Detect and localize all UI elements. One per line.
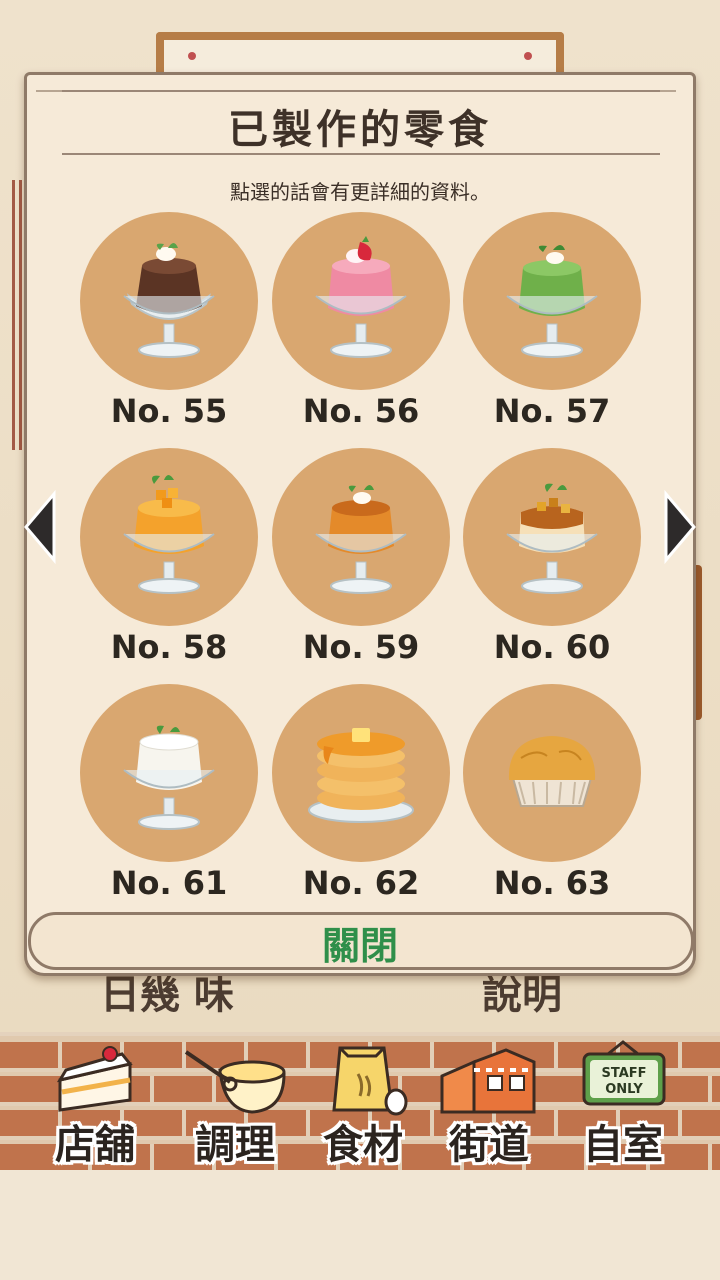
flour-bag-icon bbox=[332, 1046, 408, 1116]
pancake-stack-icon bbox=[308, 728, 414, 823]
item-label: No. 62 bbox=[302, 864, 420, 902]
snack-item-60[interactable]: No. 60 bbox=[463, 448, 643, 668]
snack-item-55[interactable]: No. 55 bbox=[80, 212, 260, 432]
nav-label: 街道 bbox=[449, 1121, 529, 1168]
item-label: No. 61 bbox=[110, 864, 228, 902]
scroll-top-roll bbox=[36, 68, 676, 92]
item-label: No. 60 bbox=[493, 628, 611, 666]
item-label: No. 58 bbox=[110, 628, 228, 666]
snack-item-63[interactable]: No. 63 bbox=[463, 684, 643, 904]
previous-page-arrow-icon[interactable] bbox=[20, 490, 60, 564]
item-label: No. 63 bbox=[493, 864, 611, 902]
snack-item-57[interactable]: No. 57 bbox=[463, 212, 643, 432]
dialog-title: 已製作的零食 bbox=[228, 106, 492, 153]
nav-cooking[interactable]: 調理 bbox=[170, 1036, 300, 1168]
dialog-subtitle: 點選的話會有更詳細的資料。 bbox=[230, 180, 490, 204]
matcha-jelly-icon bbox=[506, 245, 598, 358]
snack-item-61[interactable]: No. 61 bbox=[80, 684, 260, 904]
snack-item-59[interactable]: No. 59 bbox=[272, 448, 452, 668]
title-rule-bottom bbox=[62, 153, 660, 155]
street-shops-icon bbox=[440, 1048, 536, 1114]
strawberry-mousse-icon bbox=[315, 236, 407, 358]
snack-item-56[interactable]: No. 56 bbox=[272, 212, 452, 432]
close-button[interactable]: 關閉 bbox=[300, 918, 420, 974]
nav-street[interactable]: 街道 bbox=[424, 1036, 554, 1168]
nav-label: 自室 bbox=[583, 1121, 663, 1168]
footer-blank-area bbox=[0, 1170, 720, 1280]
nav-label: 店舖 bbox=[55, 1121, 135, 1168]
milk-pudding-icon bbox=[123, 725, 215, 830]
mango-pudding-icon bbox=[123, 475, 215, 594]
title-rule-top bbox=[62, 90, 660, 92]
background-left-post bbox=[12, 180, 22, 450]
muffin-icon bbox=[508, 736, 596, 807]
nav-label: 調理 bbox=[195, 1121, 275, 1168]
nav-shop[interactable]: 店舖 bbox=[30, 1036, 160, 1168]
nav-label: 食材 bbox=[323, 1121, 403, 1168]
fruit-flan-icon bbox=[506, 483, 598, 594]
item-label: No. 55 bbox=[110, 392, 228, 430]
nav-ingredients[interactable]: 食材 bbox=[298, 1036, 428, 1168]
nav-room[interactable]: STAFF ONLY 自室 bbox=[558, 1036, 688, 1168]
mixing-bowl-icon bbox=[184, 1050, 286, 1114]
item-label: No. 57 bbox=[493, 392, 611, 430]
chocolate-pudding-icon bbox=[123, 243, 215, 358]
item-label: No. 56 bbox=[302, 392, 420, 430]
snack-item-62[interactable]: No. 62 bbox=[272, 684, 452, 904]
item-label: No. 59 bbox=[302, 628, 420, 666]
snack-item-58[interactable]: No. 58 bbox=[80, 448, 260, 668]
next-page-arrow-icon[interactable] bbox=[660, 490, 700, 564]
staff-only-text: STAFF ONLY bbox=[601, 1066, 647, 1097]
cake-slice-icon bbox=[56, 1046, 133, 1112]
caramel-pudding-icon bbox=[315, 485, 407, 594]
